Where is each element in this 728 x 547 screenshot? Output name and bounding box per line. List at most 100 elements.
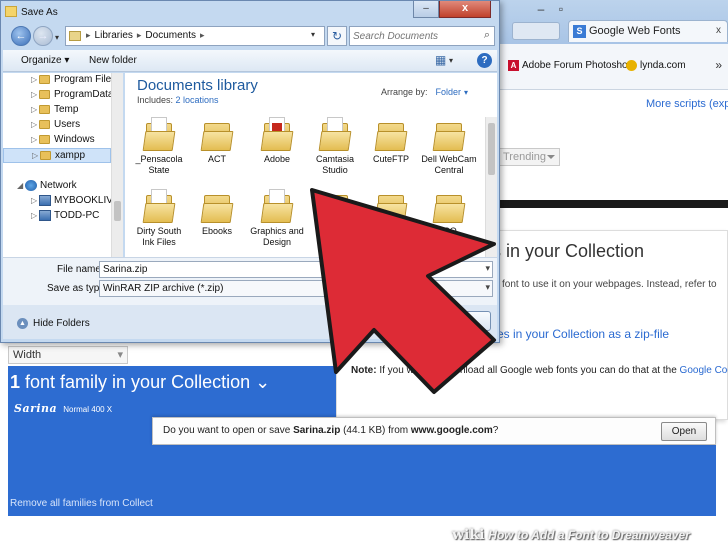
file-list-scrollbar[interactable] [485, 117, 497, 257]
address-dropdown-icon[interactable]: ▾ [311, 30, 315, 39]
refresh-button[interactable]: ↻ [327, 26, 347, 46]
organize-menu-button[interactable]: Organize ▾ [21, 55, 69, 66]
locations-link[interactable]: 2 locations [176, 95, 219, 105]
recent-locations-dropdown-icon[interactable]: ▾ [55, 33, 59, 42]
expand-arrow-icon[interactable]: ▷ [32, 151, 38, 160]
chevron-down-icon[interactable]: ▾ [464, 88, 468, 97]
bookmark-lynda[interactable]: lynda.com [626, 60, 686, 71]
folder-item[interactable]: Camtasia Studio [307, 117, 363, 176]
expand-arrow-icon[interactable]: ▷ [31, 120, 37, 129]
search-box[interactable]: ⌕ [349, 26, 495, 46]
folder-item[interactable]: CuteFTP [363, 117, 419, 165]
scrollbar-thumb[interactable] [114, 201, 121, 221]
expand-arrow-icon[interactable]: ◢ [17, 181, 23, 190]
view-options-icon[interactable]: ▦ [435, 53, 446, 67]
folder-icon [374, 189, 408, 223]
folder-label: Graphics and Design [250, 226, 304, 247]
save-button[interactable] [347, 311, 411, 331]
scrollbar-thumb[interactable] [488, 123, 495, 175]
new-folder-button[interactable]: New folder [89, 55, 137, 66]
breadcrumb-documents[interactable]: Documents [145, 30, 196, 41]
expand-arrow-icon[interactable]: ▷ [31, 196, 37, 205]
folder-icon [200, 189, 234, 223]
sidebar-item-windows[interactable]: ▷ Windows [3, 133, 111, 148]
collapse-arrow-icon[interactable]: ▲ [17, 318, 28, 329]
address-bar[interactable]: ▸ Libraries ▸ Documents ▸ [65, 26, 325, 46]
bookmark-adobe-forum[interactable]: A Adobe Forum Photoshop [508, 60, 633, 71]
cancel-button[interactable] [421, 311, 491, 331]
google-favicon-icon: S [573, 25, 586, 38]
download-notification-bar: Do you want to open or save Sarina.zip (… [152, 417, 716, 445]
sidebar-item-programdata[interactable]: ▷ ProgramData [3, 88, 113, 103]
sidebar-item-xampp[interactable]: ▷ xampp [3, 148, 111, 163]
help-icon[interactable]: ? [477, 53, 492, 68]
browser-inactive-tab[interactable] [512, 22, 560, 40]
width-filter-select[interactable]: Width [8, 346, 128, 364]
back-button[interactable]: ← [11, 26, 31, 46]
search-icon[interactable]: ⌕ [484, 29, 490, 42]
sidebar-item-program-files-[interactable]: ▷ Program Files ( [3, 73, 122, 88]
sidebar-item-network[interactable]: ◢ Network [3, 179, 111, 194]
expand-arrow-icon[interactable]: ▷ [31, 75, 37, 84]
folder-item[interactable]: Graphics and Design [249, 189, 305, 248]
breadcrumb-libraries[interactable]: Libraries [95, 30, 133, 41]
folder-icon [142, 117, 176, 151]
chevron-down-icon[interactable]: ▾ [485, 263, 490, 274]
dialog-close-button[interactable]: x [439, 1, 491, 18]
file-name-field[interactable]: Sarina.zip ▾ [99, 261, 493, 278]
download-open-button[interactable]: Open [661, 422, 707, 441]
browser-minimize-button[interactable]: – [530, 0, 552, 18]
chevron-right-icon[interactable]: ▸ [137, 30, 142, 40]
tree-item-label: Temp [54, 104, 79, 115]
folder-item[interactable]: Dell WebCam Central [421, 117, 477, 176]
collection-hint: font to use it on your webpages. Instead… [502, 279, 717, 290]
search-input[interactable] [353, 29, 473, 43]
folder-item[interactable]: Ebooks [189, 189, 245, 237]
bookmarks-bar: A Adobe Forum Photoshop lynda.com » [500, 44, 728, 90]
trending-select[interactable]: Trending [496, 148, 560, 166]
tab-close-icon[interactable]: x [716, 25, 721, 36]
expand-arrow-icon[interactable]: ▷ [31, 105, 37, 114]
dialog-minimize-button[interactable]: – [413, 1, 439, 18]
sidebar-item-mybooklive[interactable]: ▷ MYBOOKLIVE [3, 194, 120, 209]
folder-item[interactable]: ACT [189, 117, 245, 165]
folder-label: ACT [208, 154, 226, 164]
browser-maximize-button[interactable]: ▫ [550, 0, 572, 18]
bookmarks-more-icon[interactable]: » [715, 58, 722, 72]
download-zip-link[interactable]: es in your Collection as a zip-file [497, 327, 669, 341]
more-scripts-link[interactable]: More scripts (exp [646, 98, 728, 110]
family-count-heading[interactable]: 1 font family in your Collection ⌄ [10, 372, 270, 393]
tab-google-web-fonts[interactable]: S Google Web Fonts x [568, 20, 728, 42]
navigation-pane-scrollbar[interactable] [111, 73, 123, 257]
folder-item[interactable]: HT SCR [307, 189, 363, 237]
expand-arrow-icon[interactable]: ▷ [31, 135, 37, 144]
tree-item-label: MYBOOKLIVE [54, 195, 120, 206]
adobe-icon: A [508, 60, 519, 71]
chevron-down-icon: ⌄ [255, 372, 271, 392]
arrange-label: Arrange by: [381, 87, 428, 97]
folder-item[interactable]: Adobe [249, 117, 305, 165]
forward-button[interactable]: → [33, 26, 53, 46]
arrange-by-select[interactable]: Folder [436, 87, 462, 97]
expand-arrow-icon[interactable]: ▷ [31, 90, 37, 99]
folder-item[interactable]: _Pensacola State [131, 117, 187, 176]
save-type-select[interactable]: WinRAR ZIP archive (*.zip) ▾ [99, 280, 493, 297]
breadcrumb: ▸ Libraries ▸ Documents ▸ [86, 30, 209, 41]
google-code-link[interactable]: Google Code [680, 365, 728, 376]
chevron-right-icon[interactable]: ▸ [200, 30, 205, 40]
hide-folders-button[interactable]: Hide Folders [33, 318, 90, 329]
sidebar-item-todd-pc[interactable]: ▷ TODD-PC [3, 209, 111, 224]
folder-label: Adobe [263, 154, 291, 164]
computer-icon [39, 210, 51, 221]
folder-item[interactable] [363, 189, 419, 226]
folder-icon [374, 117, 408, 151]
chevron-down-icon[interactable]: ▾ [485, 282, 490, 293]
expand-arrow-icon[interactable]: ▷ [31, 211, 37, 220]
folder-item[interactable]: ISO [421, 189, 477, 237]
folder-label: Dirty South Ink Files [136, 226, 182, 247]
remove-all-families-link[interactable]: Remove all families from Collect [10, 498, 153, 509]
sidebar-item-users[interactable]: ▷ Users [3, 118, 111, 133]
sidebar-item-temp[interactable]: ▷ Temp [3, 103, 111, 118]
view-dropdown-icon[interactable]: ▾ [449, 56, 453, 65]
folder-item[interactable]: Dirty South Ink Files [131, 189, 187, 248]
